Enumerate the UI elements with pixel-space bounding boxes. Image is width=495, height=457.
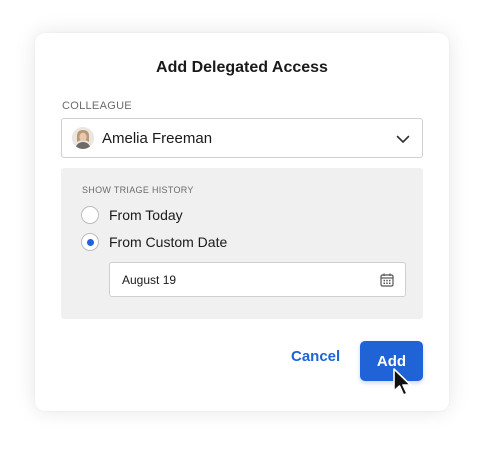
triage-history-panel: SHOW TRIAGE HISTORY From Today From Cust… xyxy=(61,168,423,319)
chevron-down-icon xyxy=(396,132,410,146)
date-value: August 19 xyxy=(122,272,177,287)
avatar xyxy=(72,127,94,149)
radio-from-today[interactable]: From Today xyxy=(81,206,183,224)
radio-button-checked[interactable] xyxy=(81,233,99,251)
cancel-button[interactable]: Cancel xyxy=(291,348,340,365)
colleague-label: COLLEAGUE xyxy=(62,100,132,112)
radio-from-custom-date[interactable]: From Custom Date xyxy=(81,233,227,251)
custom-date-input[interactable]: August 19 xyxy=(109,262,406,297)
radio-label-from-today: From Today xyxy=(109,207,183,223)
radio-label-from-custom-date: From Custom Date xyxy=(109,234,228,250)
add-button[interactable]: Add xyxy=(360,341,423,381)
dialog-title: Add Delegated Access xyxy=(156,59,328,76)
add-delegated-access-dialog: Add Delegated Access COLLEAGUE Amelia Fr… xyxy=(35,33,449,411)
calendar-icon[interactable] xyxy=(379,272,395,288)
stage: Add Delegated Access COLLEAGUE Amelia Fr… xyxy=(0,0,495,457)
triage-history-label: SHOW TRIAGE HISTORY xyxy=(82,185,194,195)
colleague-name: Amelia Freeman xyxy=(102,129,213,147)
colleague-select[interactable]: Amelia Freeman xyxy=(61,118,423,158)
radio-button-unchecked[interactable] xyxy=(81,206,99,224)
